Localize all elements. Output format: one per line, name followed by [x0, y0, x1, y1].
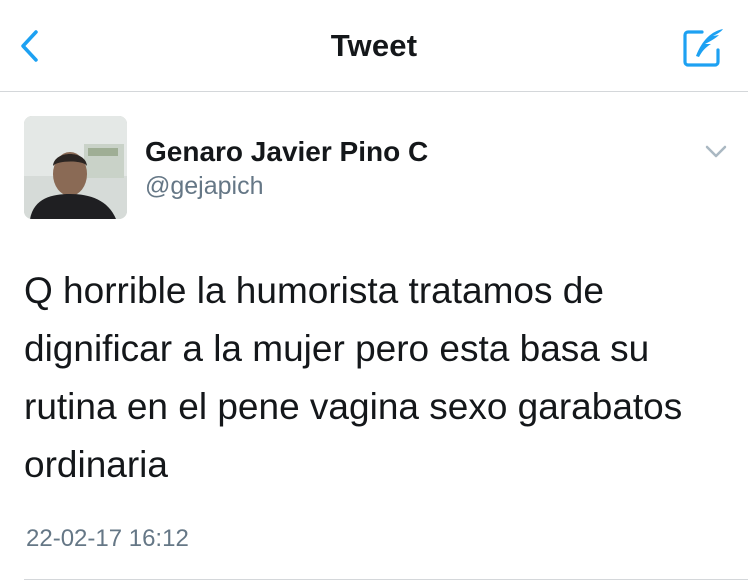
chevron-down-icon: [705, 145, 727, 158]
avatar[interactable]: [24, 116, 127, 219]
author-display-name[interactable]: Genaro Javier Pino C: [145, 136, 428, 168]
tweet-options-button[interactable]: [700, 140, 732, 164]
tweet-timestamp: 22-02-17 16:12: [26, 525, 189, 552]
author-handle[interactable]: @gejapich: [145, 172, 264, 201]
navigation-bar: Tweet: [0, 0, 748, 92]
tweet-detail-screen: Tweet Genaro Javier Pino C @gejapich Q h…: [0, 0, 748, 584]
divider: [24, 579, 748, 580]
user-avatar-photo: [24, 116, 127, 219]
tweet-text: Q horrible la humorista tratamos de dign…: [24, 270, 683, 485]
page-title: Tweet: [330, 28, 418, 63]
compose-tweet-icon: [683, 29, 723, 67]
compose-tweet-button[interactable]: [680, 24, 728, 70]
